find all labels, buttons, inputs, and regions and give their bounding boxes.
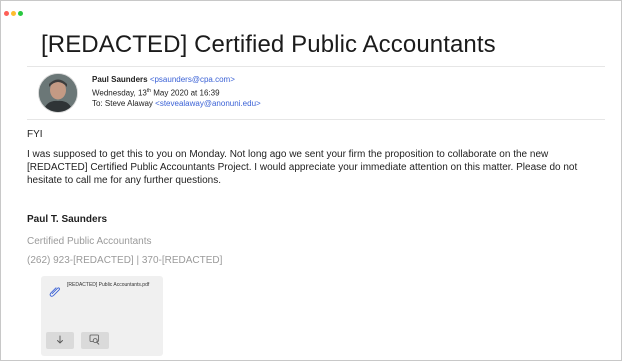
sender-email[interactable]: <psaunders@cpa.com> [150,75,235,84]
recipient-line: To: Steve Alaway <stevealaway@anonuni.ed… [92,99,261,110]
minimize-window-button[interactable] [11,11,16,16]
paperclip-icon [49,284,61,302]
email-subject: [REDACTED] Certified Public Accountants [41,31,496,58]
recipient-name: To: Steve Alaway [92,98,156,108]
signature-phone: (262) 923-[REDACTED] | 370-[REDACTED] [27,255,223,266]
zoom-window-button[interactable] [18,11,23,16]
body-greeting: FYI [27,129,43,140]
quicklook-attachment-button[interactable] [81,332,109,349]
attachment-card[interactable]: [REDACTED] Public Accountants.pdf [41,276,163,356]
date-time-text: May 2020 at 16:39 [151,88,220,98]
sender-line: Paul Saunders <psaunders@cpa.com> [92,75,261,86]
close-window-button[interactable] [4,11,9,16]
date-line: Wednesday, 13th May 2020 at 16:39 [92,86,261,99]
signature-name: Paul T. Saunders [27,214,108,225]
body-paragraph: I was supposed to get this to you on Mon… [27,149,578,186]
divider [27,66,605,67]
download-icon [55,332,65,350]
sender-avatar [38,73,78,113]
mail-window: [REDACTED] Certified Public Accountants … [0,0,622,361]
divider [27,119,605,120]
recipient-email[interactable]: <stevealaway@anonuni.edu> [155,99,261,108]
sender-name: Paul Saunders [92,75,148,84]
email-header: Paul Saunders <psaunders@cpa.com> Wednes… [92,75,261,109]
date-text: Wednesday, 13 [92,88,147,98]
attachment-filename: [REDACTED] Public Accountants.pdf [67,282,150,288]
download-attachment-button[interactable] [46,332,74,349]
signature-title: Certified Public Accountants [27,236,152,247]
quicklook-icon [89,332,101,350]
window-controls [4,11,23,16]
